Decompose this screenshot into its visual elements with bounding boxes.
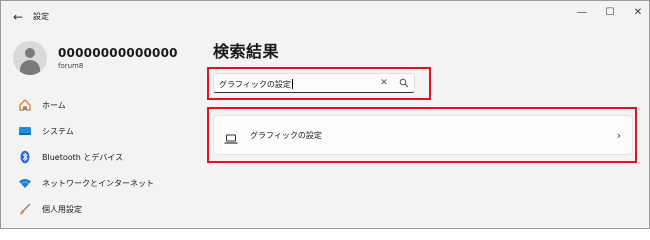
sidebar-item-label: システム — [42, 126, 74, 136]
profile-name: 00000000000000 — [58, 46, 178, 60]
minimize-icon: — — [577, 6, 587, 18]
sidebar-item-system[interactable]: システム — [13, 119, 193, 143]
app-title: 設定 — [33, 12, 49, 21]
wifi-icon — [18, 176, 32, 190]
back-arrow-icon: ← — [12, 10, 24, 24]
avatar[interactable] — [13, 41, 47, 75]
avatar-head — [25, 48, 35, 58]
settings-window: ← 設定 — ☐ ✕ 00000000000000 forum8 ホーム システ… — [0, 0, 650, 229]
sidebar-item-personalization[interactable]: 個人用設定 — [13, 197, 193, 221]
result-highlight-box — [207, 107, 637, 163]
home-icon — [18, 98, 32, 112]
avatar-body — [20, 60, 40, 75]
maximize-icon: ☐ — [605, 6, 615, 18]
brush-icon — [18, 202, 32, 216]
minimize-button[interactable]: — — [567, 1, 597, 23]
sidebar-item-network[interactable]: ネットワークとインターネット — [13, 171, 193, 195]
sidebar-item-label: ネットワークとインターネット — [42, 178, 154, 188]
profile-id: forum8 — [58, 62, 84, 70]
maximize-button[interactable]: ☐ — [595, 1, 625, 23]
close-button[interactable]: ✕ — [623, 1, 649, 23]
back-button[interactable]: ← — [7, 7, 29, 27]
bluetooth-icon — [18, 150, 32, 164]
sidebar-item-label: ホーム — [42, 100, 66, 110]
sidebar-item-label: 個人用設定 — [42, 204, 82, 214]
close-icon: ✕ — [633, 6, 643, 18]
system-icon — [18, 124, 32, 138]
page-title: 検索結果 — [213, 42, 280, 61]
title-bar: ← 設定 — ☐ ✕ — [1, 1, 649, 33]
sidebar-item-bluetooth[interactable]: Bluetooth とデバイス — [13, 145, 193, 169]
search-highlight-box — [207, 67, 431, 100]
sidebar-item-label: Bluetooth とデバイス — [42, 152, 124, 162]
sidebar-item-home[interactable]: ホーム — [13, 93, 193, 117]
